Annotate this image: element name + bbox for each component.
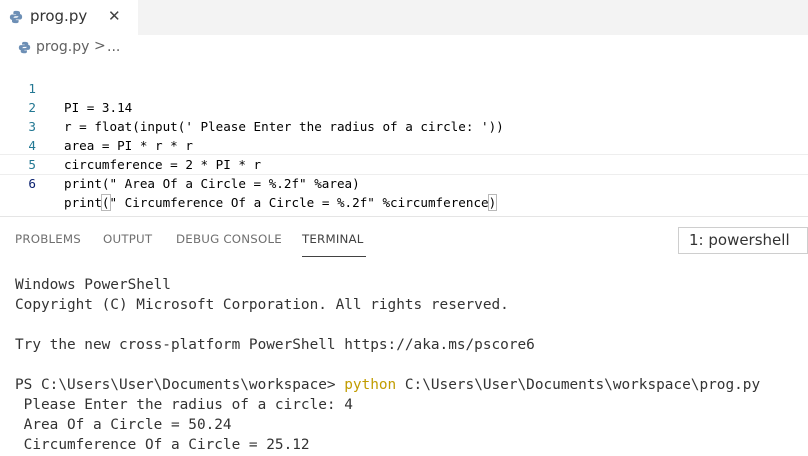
code-line-current: 6 print(" Circumference Of a Circle = %.… xyxy=(0,154,808,211)
terminal-line: Windows PowerShell xyxy=(15,277,171,293)
terminal-line: Try the new cross-platform PowerShell ht… xyxy=(15,337,535,353)
terminal-command-line: PS C:\Users\User\Documents\workspace> py… xyxy=(15,375,805,395)
terminal-line: Circumference Of a Circle = 25.12 xyxy=(15,437,310,453)
code-editor[interactable]: 1 PI = 3.14 2 r = float(input(' Please E… xyxy=(0,60,808,211)
terminal-select-dropdown[interactable]: 1: powershell xyxy=(678,227,808,254)
bracket-match-open: ( xyxy=(100,194,111,211)
tab-output[interactable]: OUTPUT xyxy=(103,232,152,246)
editor-tab-bar: prog.py ✕ xyxy=(0,0,808,35)
code-line: 3 area = PI * r * r xyxy=(0,98,808,153)
code-line: 5 print(" Area Of a Circle = %.2f" %area… xyxy=(0,136,808,191)
bottom-panel: PROBLEMS OUTPUT DEBUG CONSOLE TERMINAL 1… xyxy=(0,216,808,456)
terminal-line: Copyright (C) Microsoft Corporation. All… xyxy=(15,297,509,313)
code-line: 1 PI = 3.14 xyxy=(0,60,808,115)
terminal-prompt: PS C:\Users\User\Documents\workspace> xyxy=(15,377,345,393)
tab-label: prog.py xyxy=(30,7,88,25)
tab-terminal[interactable]: TERMINAL xyxy=(302,232,364,246)
terminal-output[interactable]: Windows PowerShell Copyright (C) Microso… xyxy=(15,275,805,455)
code-line: 4 circumference = 2 * PI * r xyxy=(0,117,808,172)
terminal-command-args: C:\Users\User\Documents\workspace\prog.p… xyxy=(396,377,761,393)
code-segment: " Circumference Of a Circle = %.2f" %cir… xyxy=(109,195,489,210)
active-tab-indicator xyxy=(302,256,366,257)
breadcrumb-file[interactable]: prog.py xyxy=(36,39,89,55)
code-text: print(" Area Of a Circle = %.2f" %area) xyxy=(64,176,360,191)
chevron-right-icon: > xyxy=(94,38,106,54)
breadcrumb: prog.py > ... xyxy=(0,36,808,60)
tab-problems[interactable]: PROBLEMS xyxy=(15,232,81,246)
breadcrumb-symbols[interactable]: ... xyxy=(107,39,120,55)
panel-tabs: PROBLEMS OUTPUT DEBUG CONSOLE TERMINAL 1… xyxy=(0,217,808,257)
terminal-line: Please Enter the radius of a circle: 4 xyxy=(15,397,353,413)
terminal-line: Area Of a Circle = 50.24 xyxy=(15,417,232,433)
bracket-match-close: ) xyxy=(487,194,498,211)
code-line: 2 r = float(input(' Please Enter the rad… xyxy=(0,79,808,134)
code-text: print(" Circumference Of a Circle = %.2f… xyxy=(64,193,498,212)
code-segment: print xyxy=(64,195,102,210)
close-icon[interactable]: ✕ xyxy=(108,7,121,25)
terminal-command: python xyxy=(344,377,397,393)
tab-prog-py[interactable]: prog.py ✕ xyxy=(0,0,138,35)
python-file-icon xyxy=(18,41,31,54)
python-file-icon xyxy=(9,10,23,24)
line-number: 6 xyxy=(28,176,36,191)
tab-debug-console[interactable]: DEBUG CONSOLE xyxy=(176,232,282,246)
